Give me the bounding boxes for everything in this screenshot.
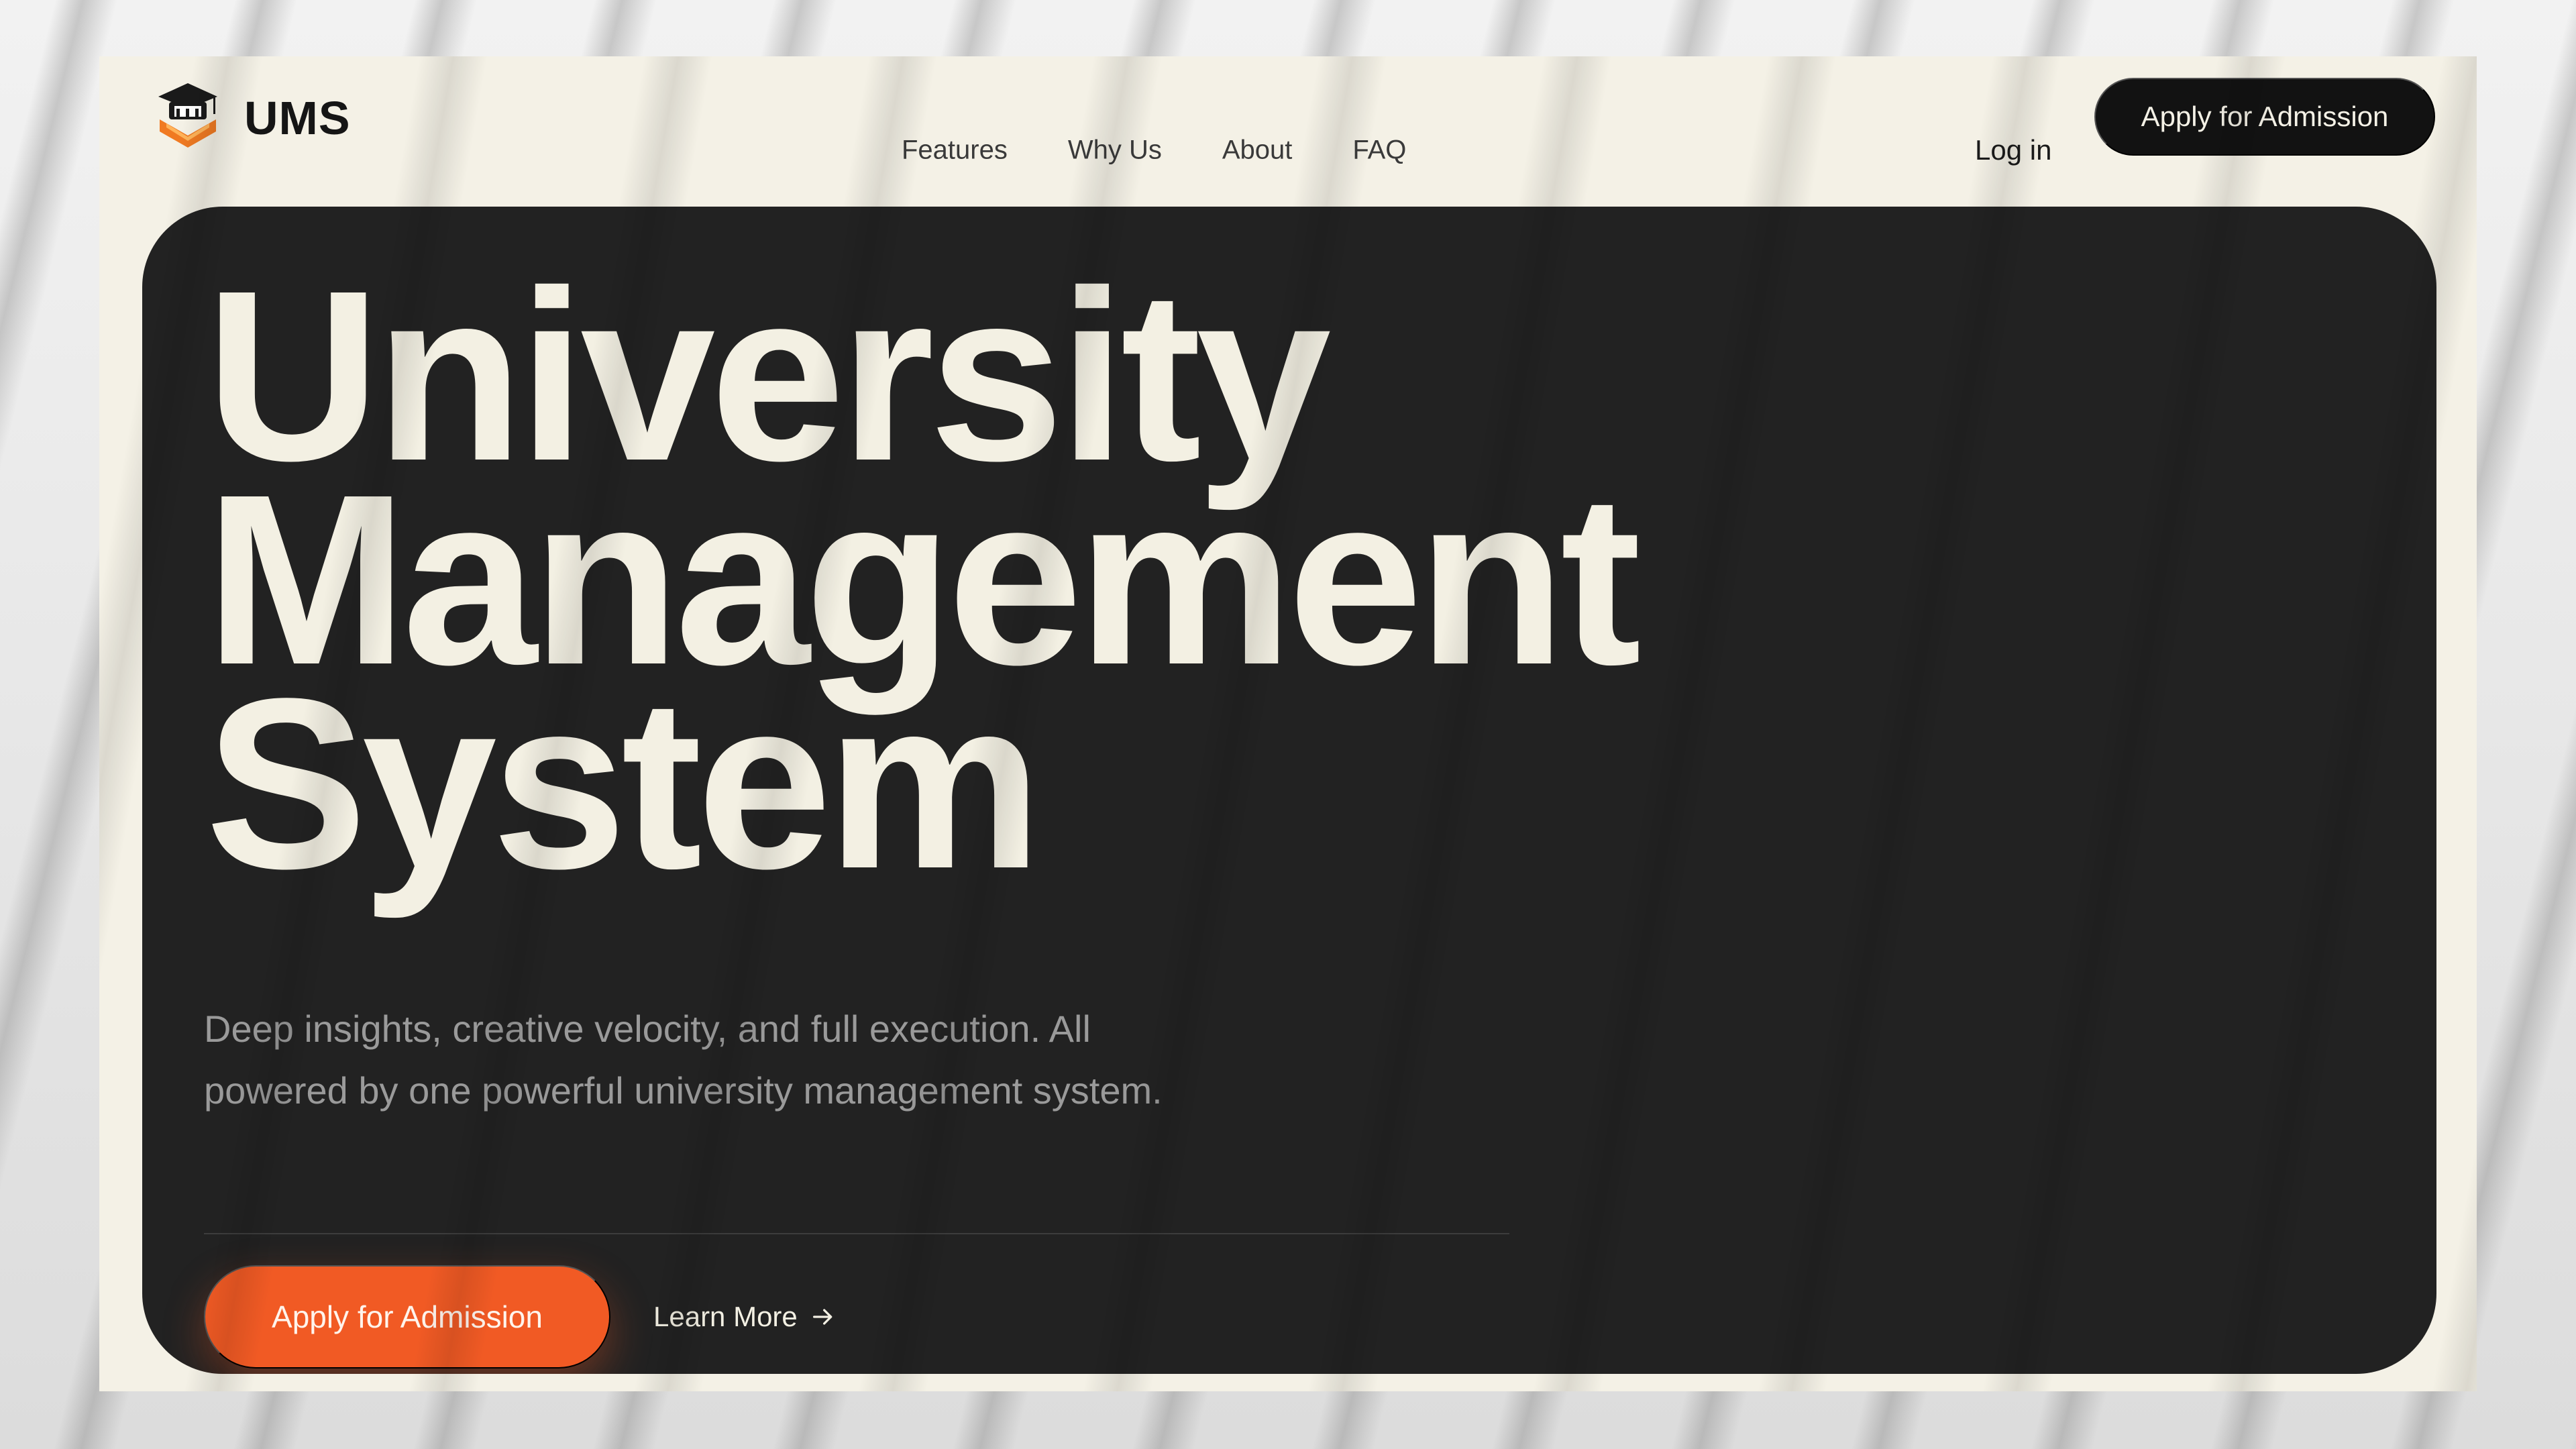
nav-link-about[interactable]: About bbox=[1222, 136, 1293, 166]
hero-description: Deep insights, creative velocity, and fu… bbox=[204, 1008, 1163, 1112]
brand-name: UMS bbox=[244, 92, 351, 144]
login-link[interactable]: Log in bbox=[1975, 134, 2051, 166]
nav-link-faq[interactable]: FAQ bbox=[1352, 136, 1406, 166]
brand[interactable]: UMS bbox=[156, 80, 351, 156]
arrow-right-icon bbox=[812, 1309, 833, 1325]
hero-section: University Management System Deep insigh… bbox=[142, 207, 2436, 1374]
learn-more-link[interactable]: Learn More bbox=[653, 1301, 837, 1333]
hero-divider bbox=[204, 1233, 1509, 1234]
nav-link-why-us[interactable]: Why Us bbox=[1068, 136, 1162, 166]
nav-link-features[interactable]: Features bbox=[902, 136, 1008, 166]
graduation-cap-book-logo-icon bbox=[158, 83, 217, 148]
top-navigation: UMS Features Why Us About FAQ Log in App… bbox=[99, 56, 2477, 207]
hero-apply-button[interactable]: Apply for Admission bbox=[204, 1265, 610, 1368]
nav-links: Features Why Us About FAQ bbox=[902, 136, 1406, 166]
hero-title: University Management System bbox=[205, 254, 1642, 905]
nav-apply-button[interactable]: Apply for Admission bbox=[2094, 78, 2435, 156]
learn-more-label: Learn More bbox=[653, 1301, 798, 1332]
page: UMS Features Why Us About FAQ Log in App… bbox=[99, 56, 2477, 1391]
